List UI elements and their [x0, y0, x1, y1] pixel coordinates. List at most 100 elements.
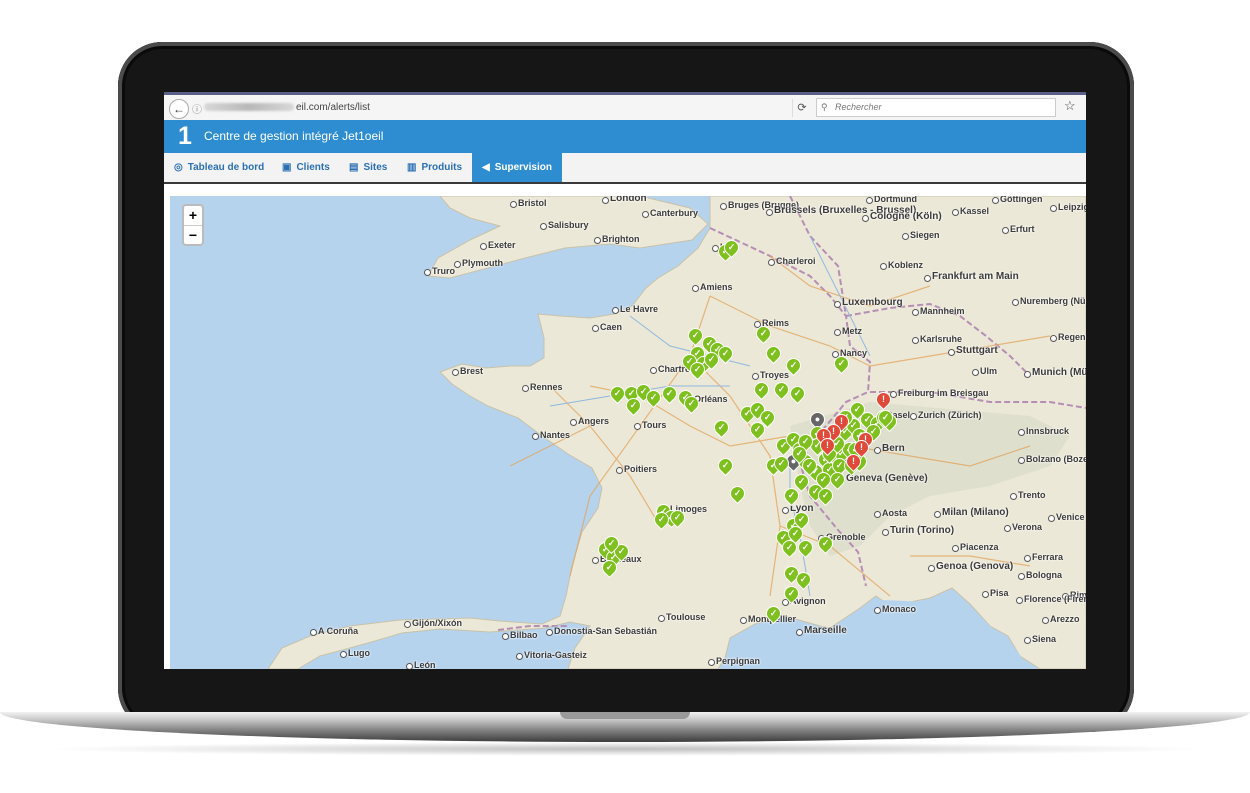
ok-site-marker[interactable]: ✓ — [752, 322, 775, 345]
ok-site-marker[interactable]: ✓ — [762, 602, 785, 625]
city-dot — [1024, 637, 1031, 644]
ok-site-marker[interactable]: ✓ — [710, 416, 733, 439]
check-icon: ● — [814, 414, 821, 424]
ok-site-marker[interactable]: ✓ — [762, 342, 785, 365]
city-label: Angers — [578, 416, 610, 426]
ok-site-marker[interactable]: ✓ — [782, 354, 805, 377]
tab-sites[interactable]: ▤ Sites — [349, 153, 387, 182]
city-label: Amiens — [700, 282, 733, 292]
tab-clients[interactable]: ▣ Clients — [282, 153, 330, 182]
ok-site-marker[interactable]: ✓ — [778, 536, 801, 559]
ok-site-marker[interactable]: ✓ — [794, 536, 817, 559]
city-label: Siena — [1032, 634, 1057, 644]
city-dot — [650, 367, 657, 374]
city-dot — [880, 263, 887, 270]
alert-site-marker[interactable]: ! — [872, 388, 895, 411]
ok-site-marker[interactable]: ✓ — [658, 382, 681, 405]
ok-site-marker[interactable]: ✓ — [606, 382, 629, 405]
check-icon: ✓ — [777, 384, 786, 394]
city-label: Pisa — [990, 588, 1009, 598]
tab-tableau-de-bord[interactable]: ◎ Tableau de bord — [174, 153, 264, 182]
bookmark-star-icon[interactable]: ☆ — [1064, 98, 1076, 114]
ok-site-marker[interactable]: ✓ — [770, 452, 793, 475]
url-bar[interactable]: eil.com/alerts/list — [204, 99, 794, 117]
zoom-out-button[interactable]: − — [184, 226, 202, 245]
city-label: London — [610, 196, 647, 204]
ok-site-marker[interactable]: ✓ — [642, 386, 665, 409]
reload-icon[interactable]: ⟳ — [792, 99, 811, 117]
city-dot — [480, 243, 487, 250]
supervision-map[interactable]: + − Bristol London Canterbury Salisbury Brig… — [170, 196, 1086, 669]
city-dot — [766, 209, 773, 216]
check-icon: ✓ — [837, 358, 846, 368]
check-icon: ✓ — [785, 542, 794, 552]
ok-site-marker[interactable]: ✓ — [686, 358, 709, 381]
ok-site-marker[interactable]: ✓ — [846, 398, 869, 421]
city-dot — [592, 325, 599, 332]
city-dot — [866, 197, 873, 204]
city-dot — [874, 447, 881, 454]
ok-site-marker[interactable]: ✓ — [666, 506, 689, 529]
city-dot — [1042, 617, 1049, 624]
search-placeholder: Rechercher — [835, 102, 882, 112]
city-label: Salisbury — [548, 220, 589, 230]
city-dot — [934, 511, 941, 518]
city-label: Le Havre — [620, 304, 659, 314]
info-icon[interactable]: ⓘ — [192, 101, 202, 116]
zoom-control: + − — [182, 204, 204, 246]
city-label: Karlsruhe — [920, 334, 963, 344]
ok-site-marker[interactable]: ✓ — [714, 342, 737, 365]
ok-site-marker[interactable]: ✓ — [780, 582, 803, 605]
alert-site-marker[interactable]: ! — [850, 436, 873, 459]
ok-site-marker[interactable]: ✓ — [680, 392, 703, 415]
ok-site-marker[interactable]: ✓ — [726, 482, 749, 505]
city-label: Kassel — [960, 206, 990, 216]
city-label: Genoa (Genova) — [936, 561, 1014, 572]
city-label: A Coruña — [318, 626, 359, 636]
city-dot — [902, 233, 909, 240]
ok-site-marker[interactable]: ✓ — [600, 532, 623, 555]
ok-site-marker[interactable]: ✓ — [770, 378, 793, 401]
ok-site-marker[interactable]: ✓ — [830, 352, 853, 375]
city-label: Bilbao — [510, 630, 538, 640]
app-logo[interactable]: 1 — [178, 123, 192, 149]
ok-site-marker[interactable]: ✓ — [650, 508, 673, 531]
city-dot — [540, 223, 547, 230]
ok-site-marker[interactable]: ✓ — [814, 532, 837, 555]
search-input[interactable]: ⚲ Rechercher — [816, 98, 1056, 117]
ok-site-marker[interactable]: ✓ — [786, 382, 809, 405]
city-label: Aosta — [882, 508, 908, 518]
ok-site-marker[interactable]: ✓ — [622, 394, 645, 417]
check-icon: ✓ — [691, 330, 700, 340]
back-arrow-icon[interactable]: ← — [169, 99, 189, 119]
city-dot — [882, 529, 889, 536]
city-label: Canterbury — [650, 208, 699, 218]
city-dot — [594, 237, 601, 244]
check-icon: ✓ — [607, 538, 616, 548]
ok-site-marker[interactable]: ✓ — [790, 470, 813, 493]
ok-site-marker[interactable]: ✓ — [720, 236, 743, 259]
alert-site-marker[interactable]: ! — [816, 434, 839, 457]
city-dot — [1018, 429, 1025, 436]
city-label: Siegen — [910, 230, 940, 240]
ok-site-marker[interactable]: ✓ — [788, 442, 811, 465]
city-label: Gijón/Xixón — [412, 618, 463, 628]
city-label: Innsbruck — [1026, 426, 1070, 436]
tab-label: Produits — [421, 162, 463, 173]
city-label: Bologna — [1026, 570, 1062, 580]
city-label: Dortmund — [874, 196, 917, 204]
city-label: Caen — [600, 322, 623, 332]
ok-site-marker[interactable]: ✓ — [814, 484, 837, 507]
tab-supervision[interactable]: ◀ Supervision — [472, 153, 562, 182]
check-icon: ✓ — [801, 542, 810, 552]
check-icon: ✓ — [791, 528, 800, 538]
ok-site-marker[interactable]: ✓ — [714, 454, 737, 477]
app-title[interactable]: Centre de gestion intégré Jet1oeil — [204, 129, 383, 143]
building-icon: ▤ — [349, 162, 359, 173]
zoom-in-button[interactable]: + — [184, 206, 202, 226]
ok-site-marker[interactable]: ✓ — [746, 418, 769, 441]
ok-site-marker[interactable]: ✓ — [750, 378, 773, 401]
city-dot — [1018, 457, 1025, 464]
tab-produits[interactable]: ▥ Produits — [407, 153, 462, 182]
city-dot — [642, 211, 649, 218]
